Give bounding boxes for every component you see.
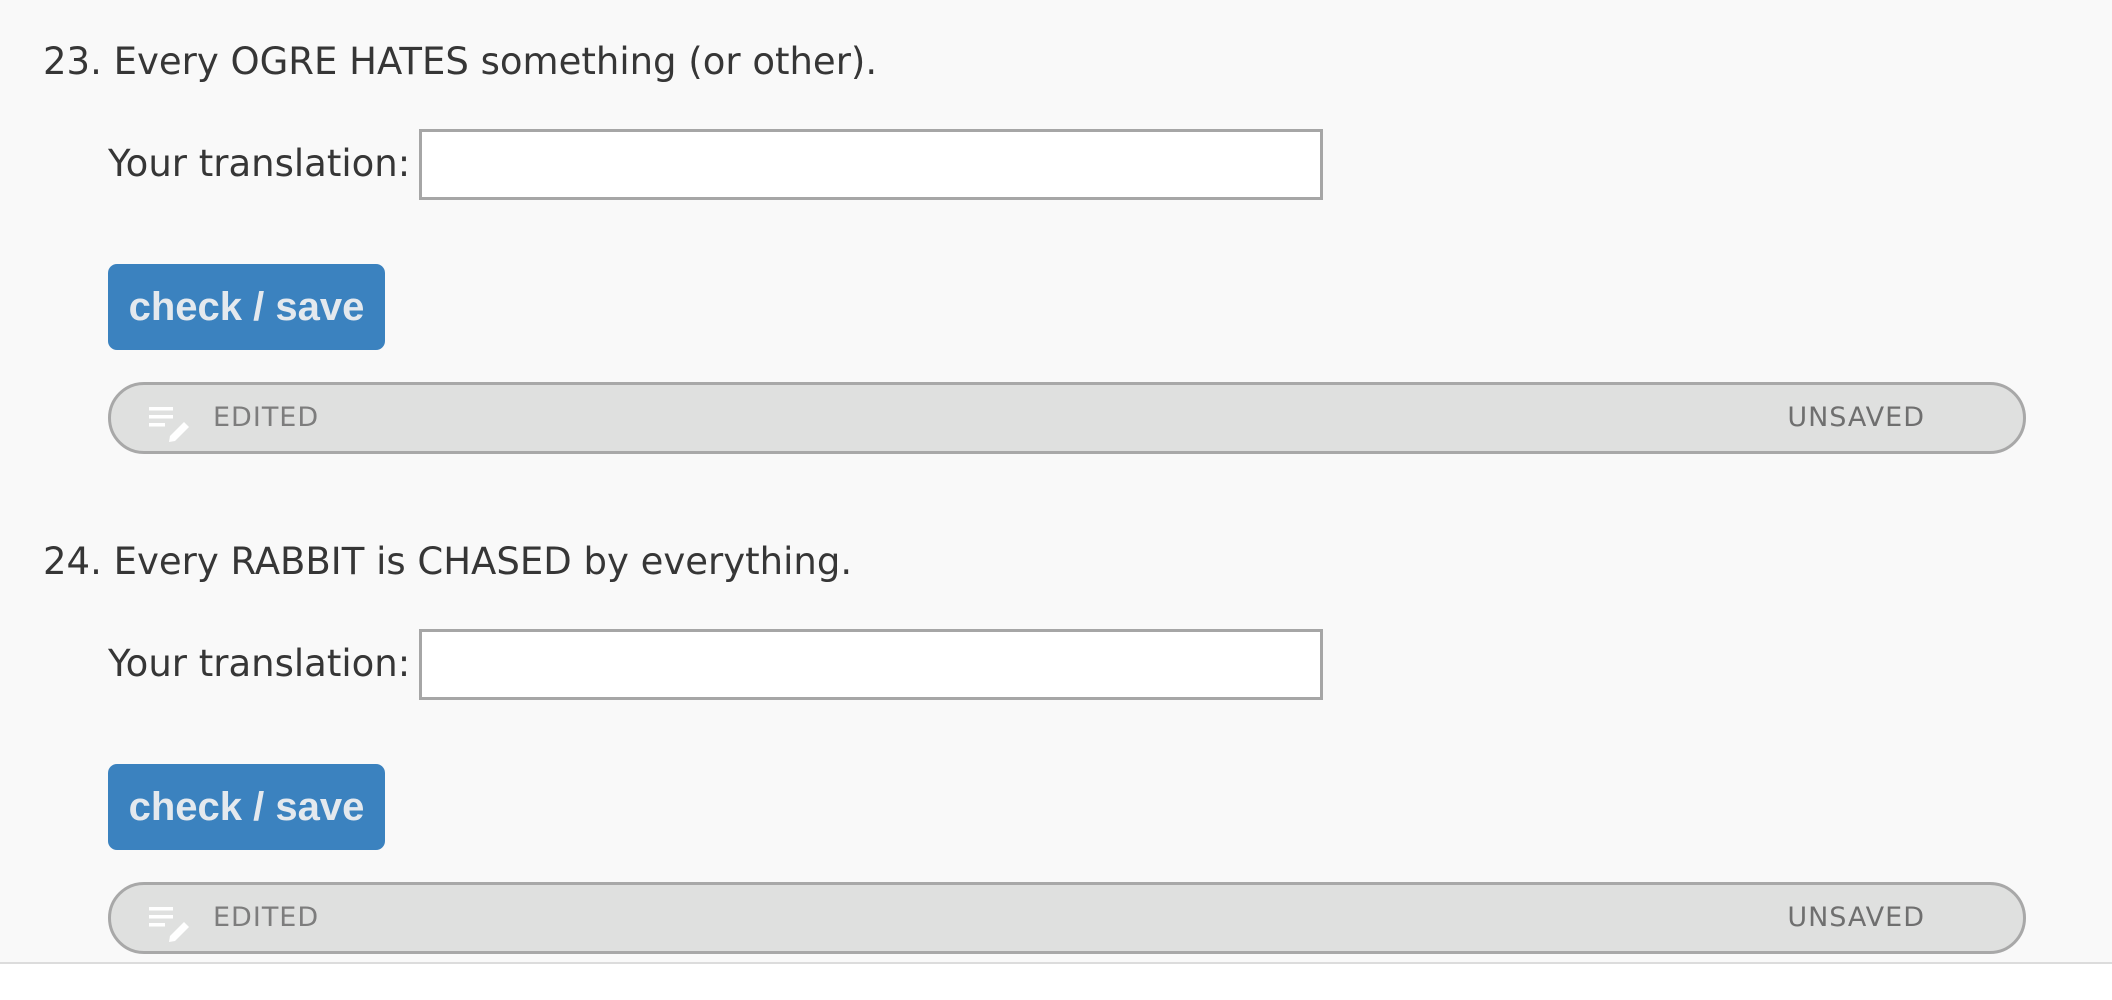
question-23: 23. Every OGRE HATES something (or other…	[0, 0, 2112, 500]
status-unsaved-label: UNSAVED	[1787, 402, 1925, 433]
status-edited-label: EDITED	[213, 902, 320, 933]
exercise-page: 23. Every OGRE HATES something (or other…	[0, 0, 2112, 964]
edit-note-icon	[149, 407, 189, 442]
check-save-button[interactable]: check / save	[108, 264, 385, 350]
status-unsaved-label: UNSAVED	[1787, 902, 1925, 933]
status-edited-label: EDITED	[213, 402, 320, 433]
translation-input[interactable]	[419, 129, 1323, 200]
status-bar: EDITED UNSAVED	[108, 882, 2026, 954]
translation-label: Your translation:	[108, 642, 411, 685]
question-prompt: 23. Every OGRE HATES something (or other…	[43, 40, 878, 83]
edit-note-icon	[149, 907, 189, 942]
translation-input[interactable]	[419, 629, 1323, 700]
translation-label: Your translation:	[108, 142, 411, 185]
question-prompt: 24. Every RABBIT is CHASED by everything…	[43, 540, 853, 583]
check-save-button[interactable]: check / save	[108, 764, 385, 850]
question-24: 24. Every RABBIT is CHASED by everything…	[0, 500, 2112, 1000]
status-bar: EDITED UNSAVED	[108, 382, 2026, 454]
